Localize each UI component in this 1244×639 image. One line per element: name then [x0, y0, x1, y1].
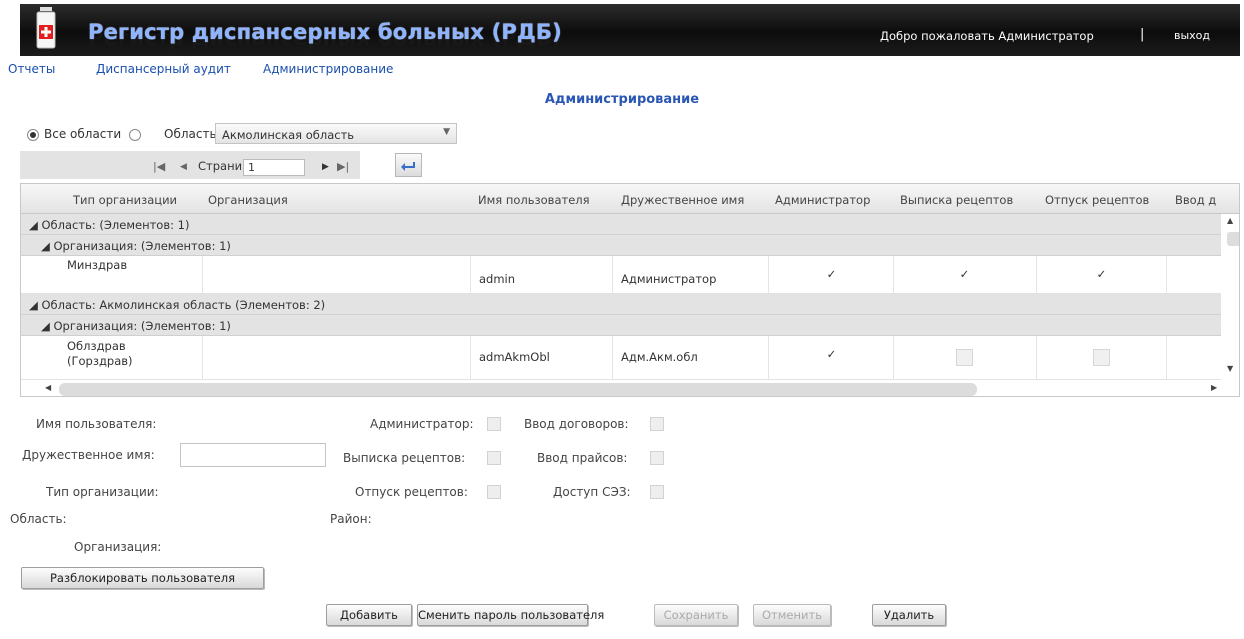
header-separator: |: [1140, 27, 1145, 42]
group-label: ◢ Организация: (Элементов: 1): [41, 239, 231, 253]
friendly-name-input[interactable]: [180, 443, 326, 467]
next-page-icon[interactable]: ▶: [322, 162, 329, 172]
cell-organization: [203, 256, 471, 293]
refresh-icon: [401, 162, 415, 171]
prev-page-icon[interactable]: ◀: [180, 162, 187, 172]
group-label: ◢ Область: (Элементов: 1): [29, 218, 190, 232]
col-username[interactable]: Имя пользователя: [478, 193, 590, 207]
col-organization[interactable]: Организация: [208, 193, 288, 207]
unlock-user-button[interactable]: Разблокировать пользователя: [21, 567, 264, 589]
col-friendly-name[interactable]: Дружественное имя: [621, 193, 744, 207]
region-label: Область: [164, 127, 217, 141]
app-header: Регистр диспансерных больных (РДБ) Добро…: [0, 0, 1244, 60]
prices-form-checkbox[interactable]: [650, 451, 664, 465]
rx-dispense-checkbox[interactable]: ✓: [1093, 266, 1110, 283]
rx-write-checkbox[interactable]: ✓: [956, 349, 973, 366]
district-label: Район:: [330, 512, 372, 526]
grid-horizontal-scrollbar[interactable]: ◀ ▶: [21, 380, 1221, 396]
cell-org-type: Минздрав: [67, 258, 128, 272]
col-contracts[interactable]: Ввод д: [1175, 193, 1216, 207]
scroll-thumb[interactable]: [1227, 232, 1239, 246]
page-number-input[interactable]: 1: [243, 159, 305, 176]
sez-access-label: Доступ СЭЗ:: [553, 485, 631, 499]
group-row[interactable]: ◢ Область: (Элементов: 1): [21, 214, 1221, 235]
rx-write-label: Выписка рецептов:: [343, 451, 466, 465]
scroll-thumb[interactable]: [59, 383, 977, 396]
change-password-button[interactable]: Сменить пароль пользователя: [417, 604, 604, 626]
username-label: Имя пользователя:: [36, 417, 157, 431]
group-label: ◢ Область: Акмолинская область (Элементо…: [29, 298, 326, 312]
welcome-text: Добро пожаловать Администратор: [880, 29, 1094, 43]
group-row[interactable]: ◢ Организация: (Элементов: 1): [21, 315, 1221, 336]
region-form-label: Область:: [10, 512, 67, 526]
rx-dispense-label: Отпуск рецептов:: [355, 485, 468, 499]
group-row[interactable]: ◢ Организация: (Элементов: 1): [21, 235, 1221, 256]
grid-header: Тип организации Организация Имя пользова…: [21, 184, 1239, 214]
group-row[interactable]: ◢ Область: Акмолинская область (Элементо…: [21, 294, 1221, 315]
region-radio[interactable]: [129, 129, 141, 141]
col-rx-write[interactable]: Выписка рецептов: [900, 193, 1013, 207]
save-button[interactable]: Сохранить: [654, 604, 738, 626]
menu-item-admin[interactable]: Администрирование: [263, 62, 393, 76]
logout-link[interactable]: выход: [1174, 29, 1210, 42]
contracts-label: Ввод договоров:: [524, 417, 629, 431]
all-regions-radio[interactable]: [27, 129, 39, 141]
prices-label: Ввод прайсов:: [537, 451, 628, 465]
rx-dispense-form-checkbox[interactable]: [487, 485, 501, 499]
delete-button[interactable]: Удалить: [872, 604, 946, 626]
grid-vertical-scrollbar[interactable]: ▲ ▼: [1221, 214, 1239, 396]
admin-checkbox[interactable]: ✓: [823, 346, 840, 363]
org-type-label: Тип организации:: [46, 485, 159, 499]
scroll-left-icon[interactable]: ◀: [45, 383, 51, 392]
all-regions-label: Все области: [44, 127, 122, 141]
app-logo-icon: [36, 7, 56, 49]
chevron-down-icon: ▼: [443, 127, 450, 137]
cell-friendly-name: Адм.Акм.обл: [621, 350, 698, 364]
table-row[interactable]: Облздрав (Горздрав) admAkmObl Адм.Акм.об…: [21, 336, 1221, 380]
friendly-name-label: Дружественное имя:: [22, 448, 155, 462]
rx-write-form-checkbox[interactable]: [487, 451, 501, 465]
admin-label: Администратор:: [370, 417, 474, 431]
region-select[interactable]: Акмолинская область ▼: [215, 123, 457, 144]
admin-checkbox[interactable]: ✓: [823, 266, 840, 283]
pager-bar: [20, 151, 360, 179]
rx-dispense-checkbox[interactable]: ✓: [1093, 349, 1110, 366]
scroll-up-icon[interactable]: ▲: [1227, 216, 1233, 225]
col-admin[interactable]: Администратор: [775, 193, 870, 207]
first-page-icon[interactable]: |◀: [153, 160, 165, 173]
cell-username: admin: [479, 272, 516, 286]
cell-friendly-name: Администратор: [621, 272, 717, 286]
page-title: Администрирование: [544, 92, 700, 107]
menu-item-reports[interactable]: Отчеты: [8, 62, 55, 76]
cell-username: admAkmObl: [479, 350, 550, 364]
page-number-value: 1: [248, 161, 255, 174]
group-label: ◢ Организация: (Элементов: 1): [41, 319, 231, 333]
contracts-form-checkbox[interactable]: [650, 417, 664, 431]
table-row[interactable]: Минздрав admin Администратор ✓ ✓ ✓: [21, 256, 1221, 294]
col-rx-dispense[interactable]: Отпуск рецептов: [1045, 193, 1149, 207]
col-org-type[interactable]: Тип организации: [73, 193, 177, 207]
users-grid: Тип организации Организация Имя пользова…: [20, 183, 1240, 397]
add-button[interactable]: Добавить: [326, 604, 412, 626]
scroll-right-icon[interactable]: ▶: [1211, 383, 1217, 392]
app-title: Регистр диспансерных больных (РДБ): [88, 20, 562, 44]
last-page-icon[interactable]: ▶|: [337, 160, 349, 173]
region-select-value: Акмолинская область: [222, 128, 355, 142]
cell-organization: [203, 336, 471, 379]
rx-write-checkbox[interactable]: ✓: [956, 266, 973, 283]
scroll-down-icon[interactable]: ▼: [1227, 364, 1233, 373]
menu-item-audit[interactable]: Диспансерный аудит: [96, 62, 231, 76]
cancel-button[interactable]: Отменить: [753, 604, 831, 626]
refresh-button[interactable]: [395, 153, 422, 177]
cell-org-type: Облздрав (Горздрав): [67, 339, 133, 368]
sez-access-form-checkbox[interactable]: [650, 485, 664, 499]
organization-label: Организация:: [74, 540, 162, 554]
admin-form-checkbox[interactable]: [487, 417, 501, 431]
